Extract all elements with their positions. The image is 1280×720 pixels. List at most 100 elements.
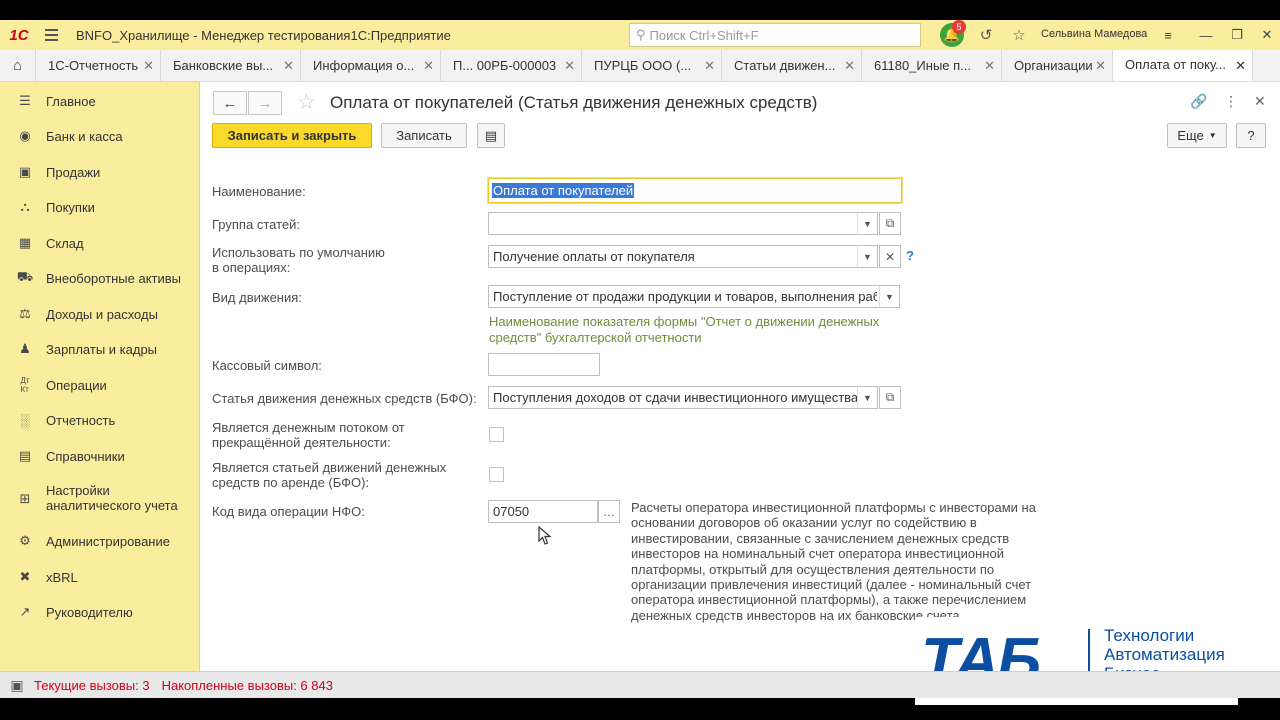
movement-type-field[interactable]: ▼: [488, 285, 900, 308]
lease-checkbox[interactable]: [489, 467, 504, 482]
bfo-item-label: Статья движения денежных средств (БФО):: [212, 391, 477, 406]
bank-icon: ◉: [19, 128, 31, 143]
select-nfo-code-button[interactable]: …: [598, 500, 620, 523]
minimize-icon[interactable]: —: [1196, 25, 1216, 45]
tab-information[interactable]: Информация о... ✕: [301, 50, 441, 81]
bfo-item-field[interactable]: ▼: [488, 386, 878, 409]
save-button[interactable]: Записать: [381, 123, 467, 148]
sidebar-item-administration[interactable]: ⚙ Администрирование: [0, 533, 200, 549]
sidebar-item-bank[interactable]: ◉ Банк и касса: [0, 128, 200, 144]
notifications-badge: 5: [952, 20, 966, 34]
tab-payment-from-buyers[interactable]: Оплата от поку... ✕: [1113, 50, 1253, 81]
tab-cashflow-items[interactable]: Статьи движен... ✕: [722, 50, 862, 81]
forward-button[interactable]: →: [248, 91, 282, 115]
favorites-star-icon[interactable]: ☆: [1008, 24, 1030, 46]
warehouse-icon: ▦: [18, 235, 32, 250]
close-form-icon[interactable]: ✕: [1254, 93, 1266, 110]
global-search[interactable]: ⚲: [629, 23, 921, 47]
restore-icon[interactable]: ❐: [1227, 25, 1247, 45]
user-name[interactable]: Сельвина Мамедова: [1041, 28, 1147, 40]
sidebar-item-fixed-assets[interactable]: ⛟ Внеоборотные активы: [0, 269, 200, 286]
clear-icon: ✕: [884, 249, 896, 264]
tab-purcb[interactable]: ПУРЦБ ООО (... ✕: [582, 50, 722, 81]
document-list-icon: ▤: [484, 127, 498, 143]
tab-61180[interactable]: 61180_Иные п... ✕: [862, 50, 1002, 81]
name-field[interactable]: Оплата от покупателей: [488, 178, 902, 203]
link-icon[interactable]: 🔗: [1190, 93, 1207, 110]
main-menu-icon[interactable]: [38, 20, 64, 50]
movement-type-label: Вид движения:: [212, 290, 302, 305]
default-use-field[interactable]: ▼: [488, 245, 878, 268]
close-icon[interactable]: ✕: [564, 58, 575, 74]
close-icon[interactable]: ✕: [984, 58, 995, 74]
close-window-icon[interactable]: ✕: [1257, 25, 1277, 45]
sidebar-item-purchases[interactable]: ⛬ Покупки: [0, 199, 200, 215]
close-icon[interactable]: ✕: [704, 58, 715, 74]
menu-icon: ☰: [19, 93, 31, 108]
home-icon[interactable]: ⌂: [0, 50, 36, 81]
sidebar-item-income-expenses[interactable]: ⚖ Доходы и расходы: [0, 306, 200, 322]
close-icon[interactable]: ✕: [423, 58, 434, 74]
nfo-code-field[interactable]: [488, 500, 598, 523]
dropdown-arrow-icon[interactable]: ▼: [879, 286, 899, 307]
sidebar-item-salary-hr[interactable]: ♟ Зарплаты и кадры: [0, 341, 200, 357]
arrow-left-icon: ←: [222, 94, 238, 112]
sidebar-item-warehouse[interactable]: ▦ Склад: [0, 235, 200, 251]
bfo-item-input[interactable]: [489, 387, 857, 408]
nfo-code-input[interactable]: [489, 501, 597, 522]
cash-symbol-field[interactable]: [488, 353, 600, 376]
nfo-code-description: Расчеты оператора инвестиционной платфор…: [631, 500, 1036, 623]
help-question-icon[interactable]: ?: [906, 248, 914, 263]
name-label: Наименование:: [212, 184, 306, 199]
more-button[interactable]: Еще ▼: [1167, 123, 1227, 148]
trend-icon: ↗: [19, 604, 31, 619]
settings-menu-icon[interactable]: ≡: [1158, 25, 1178, 45]
dropdown-arrow-icon[interactable]: ▼: [857, 213, 877, 234]
monitor-icon[interactable]: ▣: [0, 677, 34, 694]
close-icon[interactable]: ✕: [844, 58, 855, 74]
xbrl-icon: ✖: [19, 569, 31, 584]
sidebar-item-xbrl[interactable]: ✖ xBRL: [0, 569, 200, 585]
hierarchy-icon: ⊞: [19, 491, 31, 506]
tab-bank-statements[interactable]: Банковские вы... ✕: [161, 50, 301, 81]
name-value[interactable]: Оплата от покупателей: [492, 183, 635, 198]
close-icon[interactable]: ✕: [1095, 58, 1106, 74]
sidebar-item-catalogs[interactable]: ▤ Справочники: [0, 448, 200, 464]
group-input[interactable]: [489, 213, 877, 234]
app-window: 1С BNFO_Хранилище - Менеджер тестировани…: [0, 20, 1280, 705]
report-structure-button[interactable]: ▤: [477, 123, 505, 148]
mouse-cursor-icon: [538, 526, 552, 545]
status-bar: ▣ Текущие вызовы: 3 Накопленные вызовы: …: [0, 671, 1280, 698]
favorite-star-icon[interactable]: ☆: [297, 90, 316, 115]
default-use-input[interactable]: [489, 246, 877, 267]
dropdown-arrow-icon[interactable]: ▼: [857, 387, 877, 408]
sidebar-item-main[interactable]: ☰ Главное: [0, 93, 200, 109]
tab-organizations[interactable]: Организации ✕: [1002, 50, 1113, 81]
tab-document[interactable]: П... 00РБ-000003 ✕: [441, 50, 582, 81]
current-calls: Текущие вызовы: 3: [34, 677, 150, 693]
sidebar-item-manager[interactable]: ↗ Руководителю: [0, 604, 200, 620]
open-tabs-bar: ⌂ 1С-Отчетность ✕ Банковские вы... ✕ Инфор…: [0, 50, 1280, 82]
open-group-button[interactable]: ⧉: [879, 212, 901, 235]
close-icon[interactable]: ✕: [283, 58, 294, 74]
movement-type-input[interactable]: [489, 286, 877, 307]
group-field[interactable]: ▼: [488, 212, 878, 235]
dropdown-arrow-icon[interactable]: ▼: [857, 246, 877, 267]
tab-reporting[interactable]: 1С-Отчетность ✕: [36, 50, 161, 81]
clear-default-use-button[interactable]: ✕: [879, 245, 901, 268]
back-button[interactable]: ←: [213, 91, 247, 115]
sidebar-item-sales[interactable]: ▣ Продажи: [0, 164, 200, 180]
cash-symbol-input[interactable]: [489, 354, 599, 375]
save-and-close-button[interactable]: Записать и закрыть: [212, 123, 372, 148]
more-vertical-icon[interactable]: ⋮: [1224, 93, 1238, 110]
history-icon[interactable]: ↺: [975, 24, 997, 46]
close-icon[interactable]: ✕: [143, 58, 154, 74]
close-icon[interactable]: ✕: [1235, 58, 1246, 74]
sidebar-item-analytics-settings[interactable]: ⊞ Настройки аналитического учета: [0, 483, 200, 515]
sidebar-item-reporting[interactable]: ░ Отчетность: [0, 412, 200, 428]
sidebar-item-operations[interactable]: Дт Кт Операции: [0, 376, 200, 394]
help-button[interactable]: ?: [1236, 123, 1266, 148]
discontinued-checkbox[interactable]: [489, 427, 504, 442]
open-bfo-item-button[interactable]: ⧉: [879, 386, 901, 409]
search-input[interactable]: [649, 27, 920, 43]
